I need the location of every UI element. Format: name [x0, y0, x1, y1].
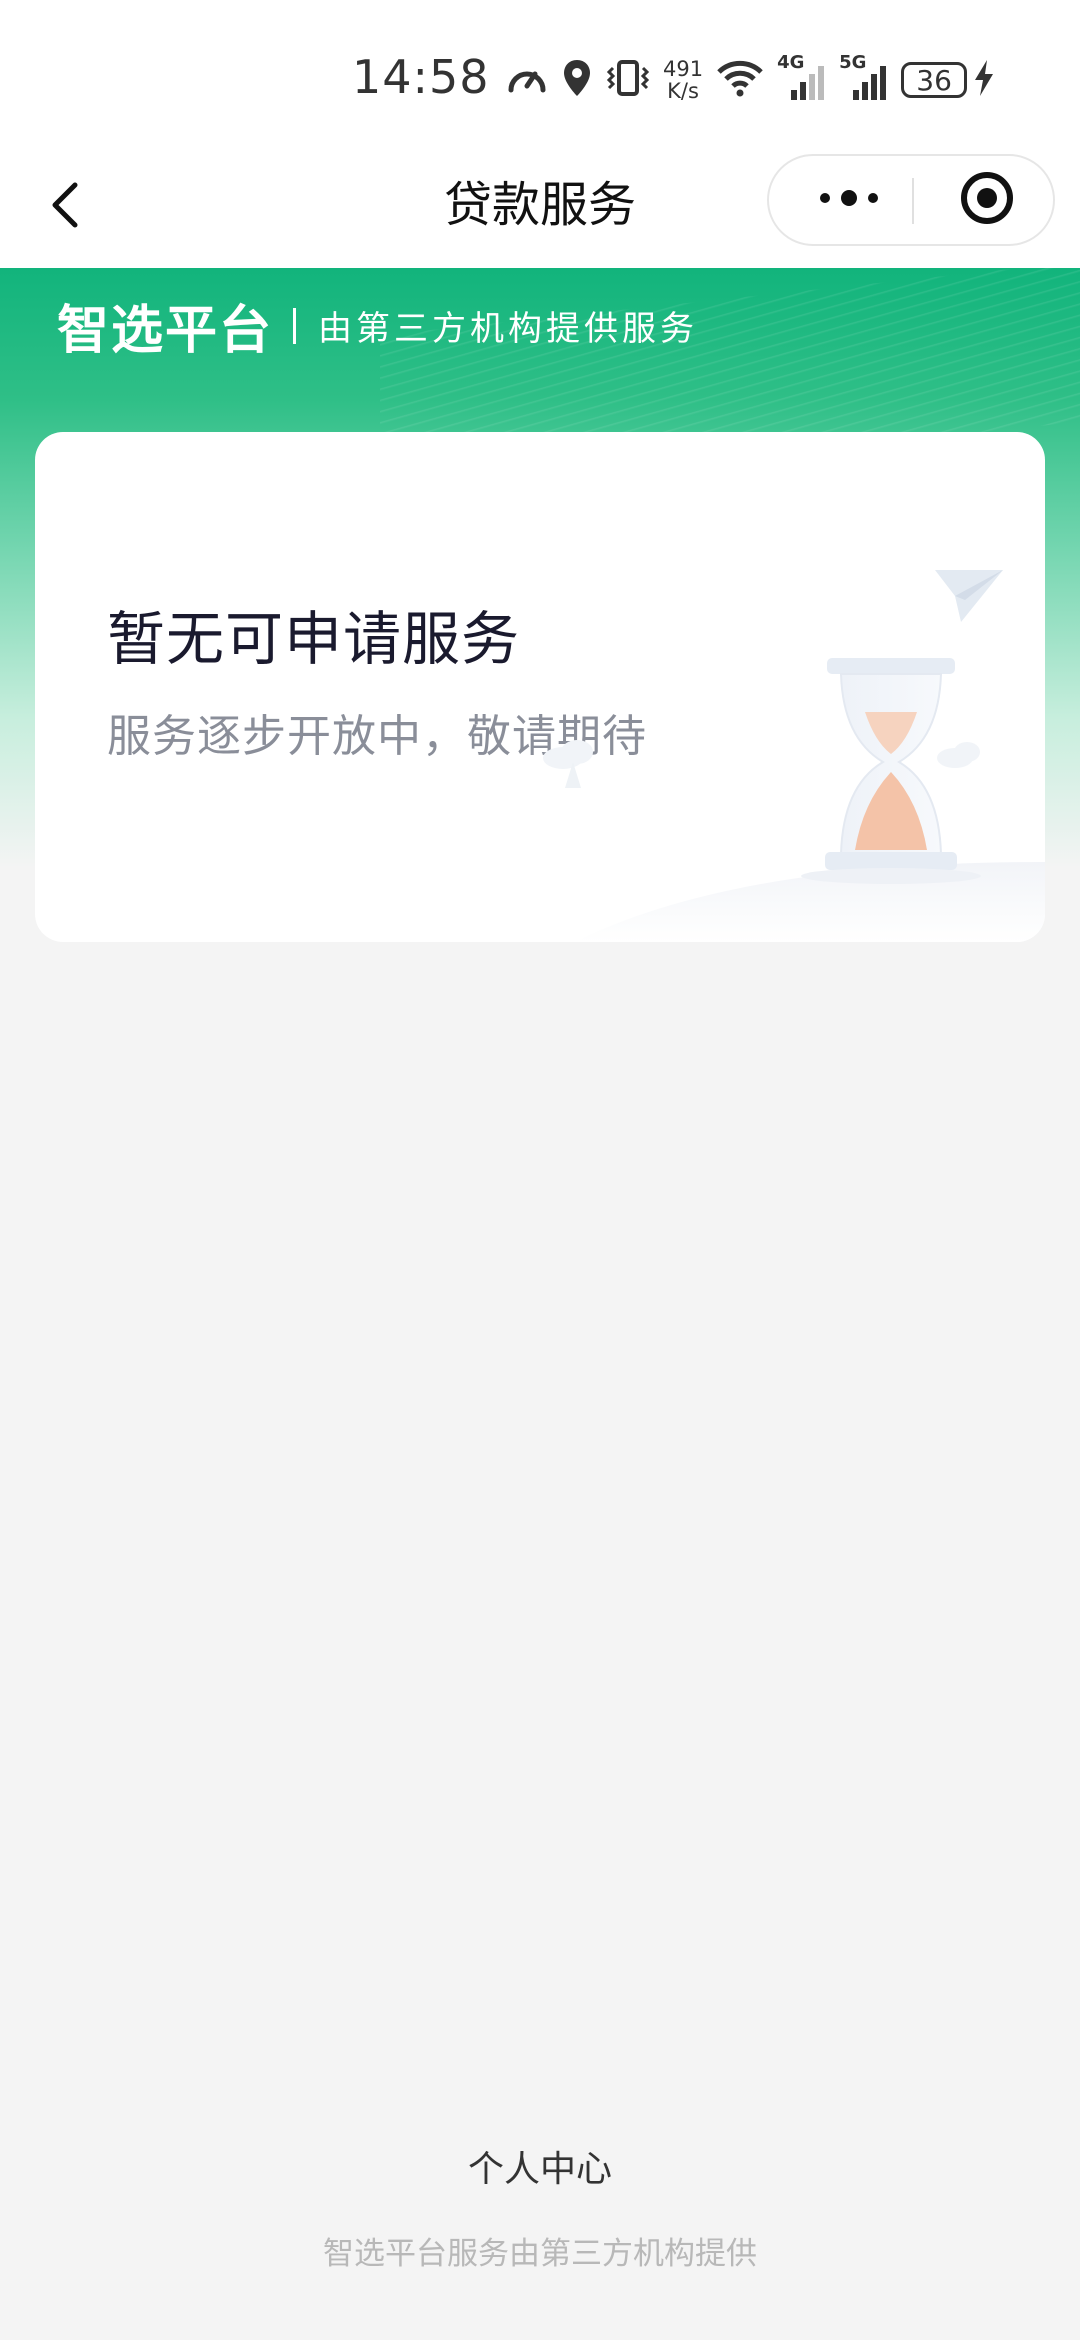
- personal-center-link[interactable]: 个人中心: [0, 2140, 1080, 2192]
- net-speed-value: 491: [663, 57, 704, 81]
- close-button[interactable]: [944, 156, 1030, 244]
- more-button[interactable]: [799, 156, 899, 244]
- nav-bar: 贷款服务: [0, 150, 1080, 268]
- empty-state-title: 暂无可申请服务: [107, 605, 521, 673]
- status-bar: 14:58 491 K/s 4G 5G 36: [0, 0, 1080, 150]
- speedometer-icon: [505, 58, 549, 102]
- status-icons: 491 K/s 4G 5G 36: [505, 52, 1007, 108]
- page: 14:58 491 K/s 4G 5G 36 贷款服务 智选平台 由第三方机构提…: [0, 0, 1080, 2340]
- empty-state-card: 暂无可申请服务 服务逐步开放中，敬请期待: [35, 432, 1045, 942]
- battery-level: 36: [916, 63, 952, 97]
- charging-icon: [973, 58, 995, 102]
- brand-name: 智选平台: [57, 301, 274, 361]
- more-dots-icon: [817, 188, 881, 212]
- signal-icon: 5G: [839, 52, 891, 104]
- location-icon: [561, 58, 593, 102]
- brand-subtitle: 由第三方机构提供服务: [318, 309, 699, 349]
- vibrate-icon: [605, 58, 651, 102]
- net-speed-unit: K/s: [667, 79, 699, 103]
- net-speed: 491 K/s: [663, 58, 703, 102]
- signal-icon: 4G: [777, 52, 829, 104]
- footer-disclaimer: 智选平台服务由第三方机构提供: [323, 2236, 757, 2272]
- mini-program-capsule: [767, 154, 1055, 246]
- hourglass-illustration: [535, 562, 1045, 942]
- brand-separator: [293, 307, 297, 344]
- capsule-divider: [912, 178, 914, 224]
- wifi-icon: [715, 58, 765, 102]
- status-time: 14:58: [352, 50, 490, 104]
- target-close-icon: [959, 170, 1015, 230]
- battery-icon: 36: [901, 62, 968, 98]
- brand-bar: 智选平台 由第三方机构提供服务: [57, 288, 698, 363]
